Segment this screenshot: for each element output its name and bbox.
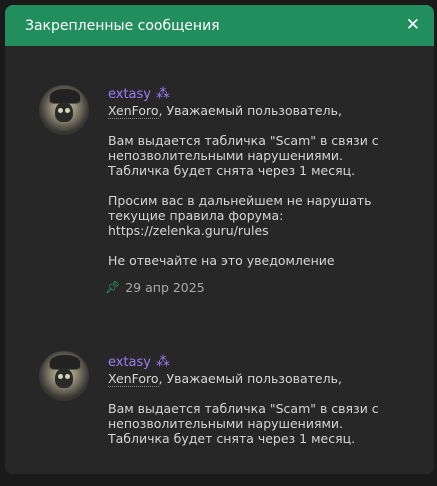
dialog-header: Закрепленные сообщения ✕ bbox=[5, 5, 434, 46]
forum-link[interactable]: XenForo bbox=[108, 103, 159, 119]
message-text: XenForo, Уважаемый пользователь, Вам выд… bbox=[108, 103, 408, 268]
pinned-messages-dialog: Закрепленные сообщения ✕ extasy ⁂ XenFor… bbox=[5, 5, 434, 474]
forum-link[interactable]: XenForo bbox=[108, 371, 159, 387]
message-text: XenForo, Уважаемый пользователь, Вам выд… bbox=[108, 371, 379, 446]
sparkle-badge-icon: ⁂ bbox=[156, 86, 170, 102]
dialog-title: Закрепленные сообщения bbox=[25, 17, 220, 34]
message-date: 📌︎ 29 апр 2025 bbox=[105, 280, 205, 295]
close-icon[interactable]: ✕ bbox=[406, 17, 420, 34]
username-link[interactable]: extasy bbox=[108, 87, 151, 102]
pin-icon: 📌︎ bbox=[105, 280, 121, 294]
rules-link[interactable]: https://zelenka.guru/rules bbox=[108, 223, 408, 238]
sparkle-badge-icon: ⁂ bbox=[156, 354, 170, 370]
username-link[interactable]: extasy bbox=[108, 355, 151, 370]
avatar[interactable] bbox=[39, 351, 89, 401]
avatar[interactable] bbox=[39, 85, 89, 135]
